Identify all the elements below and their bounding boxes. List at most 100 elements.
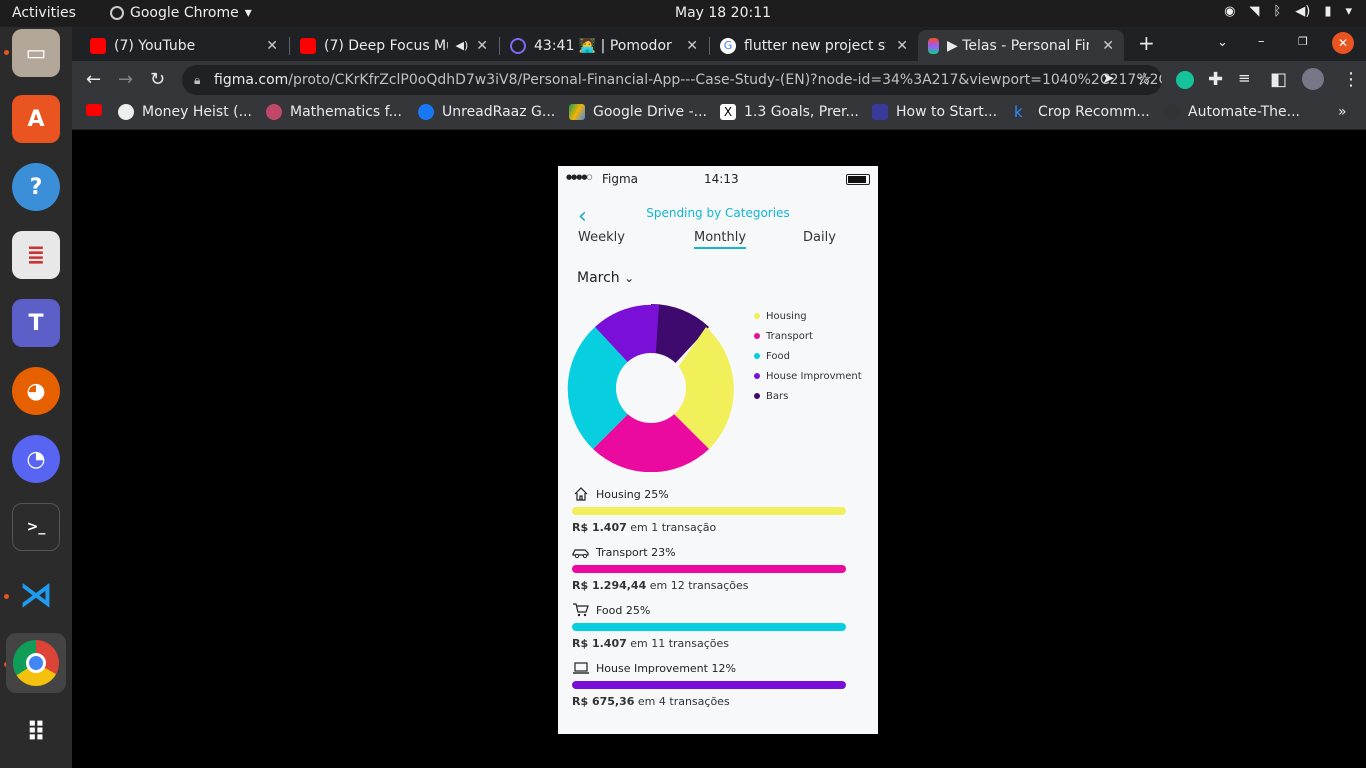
tab-flutter[interactable]: G flutter new project st ✕ bbox=[710, 30, 918, 61]
app-center-icon[interactable]: A bbox=[12, 95, 60, 143]
back-icon[interactable]: ← bbox=[86, 69, 101, 90]
more-bookmarks-icon[interactable]: » bbox=[1338, 104, 1347, 120]
category-bar bbox=[572, 681, 846, 689]
category-amount: R$ 1.294,44 em 12 transações bbox=[572, 579, 846, 592]
reload-icon[interactable]: ↻ bbox=[150, 69, 165, 90]
bookmark-item[interactable]: X 1.3 Goals, Prer... bbox=[720, 104, 859, 120]
bookmark-label: Google Drive -... bbox=[593, 104, 707, 120]
tab-weekly[interactable]: Weekly bbox=[578, 230, 625, 245]
extensions-icon[interactable]: ✚ bbox=[1208, 69, 1223, 90]
volume-icon[interactable]: ◀) bbox=[1295, 4, 1310, 19]
legend-item: Housing bbox=[754, 306, 862, 326]
media-control-icon[interactable]: ≡ bbox=[1238, 69, 1251, 87]
close-tab-icon[interactable]: ✕ bbox=[896, 38, 908, 54]
power-menu-icon[interactable]: ▾ bbox=[1345, 4, 1352, 19]
category-header: Transport 23% bbox=[572, 544, 846, 560]
tab-youtube[interactable]: (7) YouTube ✕ bbox=[80, 30, 288, 61]
month-selector[interactable]: March ⌄ bbox=[577, 270, 634, 286]
app-name: Google Chrome bbox=[130, 5, 239, 21]
bookmark-label: Money Heist (... bbox=[142, 104, 252, 120]
legend-label: Housing bbox=[766, 310, 807, 322]
tab-search-icon[interactable]: ⌄ bbox=[1217, 35, 1228, 50]
tab-daily[interactable]: Daily bbox=[803, 230, 836, 245]
address-bar[interactable]: 🔒︎ figma.com/proto/CKrKfrZclP0oQdhD7w3iV… bbox=[182, 65, 1162, 95]
clock[interactable]: May 18 20:11 bbox=[675, 5, 771, 21]
tab-figma-telas[interactable]: ▶ Telas - Personal Fin ✕ bbox=[918, 30, 1124, 61]
category-amount: R$ 1.407 em 1 transação bbox=[572, 521, 846, 534]
legend-item: House Improvment bbox=[754, 366, 862, 386]
teams-icon[interactable]: T bbox=[12, 299, 60, 347]
bluetooth-icon[interactable]: ᛒ bbox=[1273, 4, 1281, 19]
tab-strip: (7) YouTube ✕ (7) Deep Focus Mu ◀) ✕ 43:… bbox=[72, 27, 1366, 61]
minimize-icon[interactable]: – bbox=[1258, 34, 1265, 49]
bookmark-item[interactable]: Mathematics f... bbox=[266, 104, 402, 120]
app-menu[interactable]: Google Chrome ▾ bbox=[110, 5, 252, 21]
tab-pomodoro[interactable]: 43:41 🧑‍💻 | Pomodor ✕ bbox=[500, 30, 708, 61]
document-viewer-icon[interactable]: ≣ bbox=[12, 231, 60, 279]
tab-deep-focus[interactable]: (7) Deep Focus Mu ◀) ✕ bbox=[290, 30, 498, 61]
close-tab-icon[interactable]: ✕ bbox=[686, 38, 698, 54]
firefox-icon[interactable]: ◕ bbox=[12, 367, 60, 415]
grammarly-icon[interactable] bbox=[1176, 71, 1194, 89]
bookmark-item[interactable]: How to Start... bbox=[872, 104, 997, 120]
amount-value: R$ 1.407 bbox=[572, 637, 627, 650]
spending-donut-chart bbox=[567, 304, 734, 472]
terminal-icon[interactable]: >_ bbox=[12, 503, 60, 551]
forward-icon[interactable]: → bbox=[118, 69, 133, 90]
audio-playing-icon[interactable]: ◀) bbox=[456, 39, 469, 52]
chevron-down-icon: ⌄ bbox=[624, 271, 635, 285]
category-bar bbox=[572, 623, 846, 631]
send-tab-icon[interactable]: ➤ bbox=[1102, 69, 1115, 87]
tab-monthly[interactable]: Monthly bbox=[694, 230, 747, 249]
transaction-count: em 12 transações bbox=[646, 579, 749, 592]
bookmark-item[interactable]: k Crop Recomm... bbox=[1014, 104, 1150, 120]
side-panel-icon[interactable]: ◧ bbox=[1270, 69, 1287, 90]
tab-title: ▶ Telas - Personal Fin bbox=[947, 37, 1089, 54]
files-icon[interactable]: ▭ bbox=[12, 29, 60, 77]
system-tray[interactable]: ◉ ◥ ᛒ ◀) ▮ ▾ bbox=[1224, 4, 1352, 19]
vscode-icon[interactable]: ⋊ bbox=[12, 571, 60, 619]
show-apps-icon[interactable]: ⠿ bbox=[12, 709, 60, 757]
house-icon bbox=[574, 487, 588, 501]
category-item[interactable]: Housing 25% R$ 1.407 em 1 transação bbox=[572, 486, 846, 534]
category-item[interactable]: Transport 23% R$ 1.294,44 em 12 transaçõe… bbox=[572, 544, 846, 592]
category-item[interactable]: Food 25% R$ 1.407 em 11 transações bbox=[572, 602, 846, 650]
figma-icon bbox=[928, 37, 939, 54]
category-header: House Improvement 12% bbox=[572, 660, 846, 676]
teams-tray-icon[interactable]: ◉ bbox=[1224, 4, 1235, 19]
bookmark-label: Crop Recomm... bbox=[1038, 104, 1150, 120]
new-tab-button[interactable]: + bbox=[1138, 31, 1155, 55]
category-item[interactable]: House Improvement 12% R$ 675,36 em 4 tran… bbox=[572, 660, 846, 708]
battery-icon[interactable]: ▮ bbox=[1324, 4, 1331, 19]
close-tab-icon[interactable]: ✕ bbox=[1102, 38, 1114, 54]
site-icon bbox=[872, 104, 888, 120]
close-tab-icon[interactable]: ✕ bbox=[266, 38, 278, 54]
chrome-menu-icon[interactable]: ⋮ bbox=[1342, 69, 1360, 90]
bookmarks-bar: Money Heist (... Mathematics f... Unread… bbox=[72, 99, 1366, 130]
activities-button[interactable]: Activities bbox=[12, 5, 76, 21]
maximize-icon[interactable]: ❐ bbox=[1298, 35, 1308, 48]
dock: ▭ A ? ≣ T ◕ ◔ >_ ⋊ ⠿ bbox=[0, 27, 72, 768]
legend-swatch bbox=[754, 393, 760, 399]
chrome-dock-item[interactable] bbox=[6, 633, 66, 693]
youtube-icon bbox=[90, 37, 106, 54]
bookmark-item[interactable]: Google Drive -... bbox=[569, 104, 707, 120]
phone-status-bar: ●●●●○ Figma 14:13 bbox=[558, 166, 878, 192]
chrome-icon bbox=[13, 640, 59, 686]
chevron-down-icon: ▾ bbox=[244, 5, 252, 21]
profile-avatar[interactable] bbox=[1302, 68, 1324, 90]
help-icon[interactable]: ? bbox=[12, 163, 60, 211]
bookmark-item[interactable]: UnreadRaaz G... bbox=[418, 104, 555, 120]
close-window-icon[interactable]: ✕ bbox=[1332, 32, 1354, 54]
category-amount: R$ 1.407 em 11 transações bbox=[572, 637, 846, 650]
close-tab-icon[interactable]: ✕ bbox=[476, 38, 488, 54]
bookmark-youtube-icon[interactable] bbox=[86, 104, 102, 116]
os-top-bar: Activities Google Chrome ▾ May 18 20:11 … bbox=[0, 0, 1366, 27]
figma-prototype-viewport: ●●●●○ Figma 14:13 ‹ Spending by Categori… bbox=[72, 131, 1366, 768]
bookmark-item[interactable]: Money Heist (... bbox=[118, 104, 252, 120]
cart-icon bbox=[573, 603, 589, 617]
wifi-icon[interactable]: ◥ bbox=[1249, 4, 1259, 19]
bookmark-star-icon[interactable]: ☆ bbox=[1136, 69, 1152, 90]
discord-icon[interactable]: ◔ bbox=[12, 435, 60, 483]
bookmark-item[interactable]: Automate-The... bbox=[1164, 104, 1300, 120]
